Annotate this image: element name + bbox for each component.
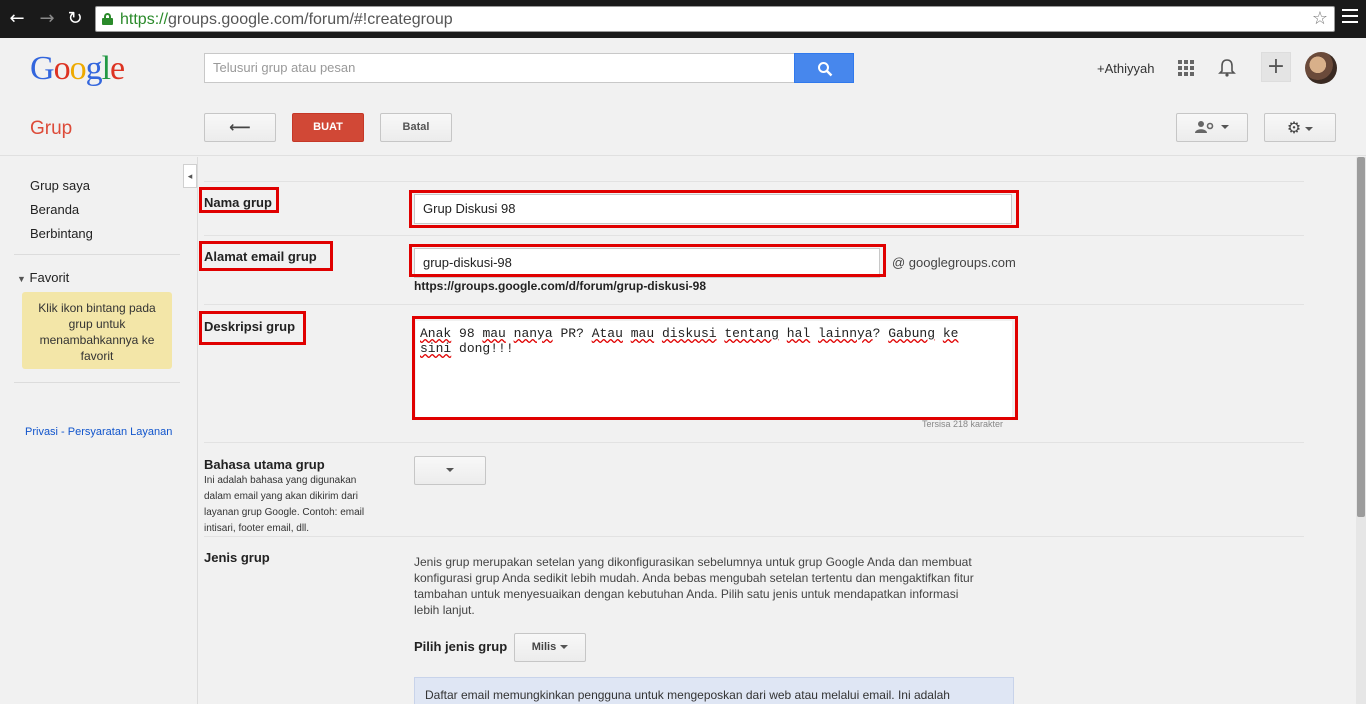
language-help-text: Ini adalah bahasa yang digunakan dalam e… bbox=[204, 475, 365, 534]
browser-menu-icon[interactable] bbox=[1342, 9, 1358, 23]
group-email-label: Alamat email grup bbox=[204, 249, 317, 264]
scrollbar-thumb[interactable] bbox=[1357, 157, 1365, 517]
privacy-terms-link[interactable]: Privasi - Persyaratan Layanan bbox=[25, 426, 172, 438]
action-bar: Grup ⟵ BUAT Batal ⚙ bbox=[0, 98, 1366, 156]
app-title[interactable]: Grup bbox=[30, 118, 72, 140]
address-bar[interactable]: https://groups.google.com/forum/#!create… bbox=[95, 6, 1335, 32]
favorites-header[interactable]: ▼ Favorit bbox=[17, 270, 69, 285]
create-button[interactable]: BUAT bbox=[292, 113, 364, 142]
divider bbox=[204, 304, 1304, 305]
sidebar-item-home[interactable]: Beranda bbox=[30, 202, 79, 217]
browser-toolbar: ← → ↻ https://groups.google.com/forum/#!… bbox=[0, 0, 1366, 38]
apps-grid-icon[interactable] bbox=[1178, 60, 1194, 76]
search-icon bbox=[818, 62, 833, 77]
google-logo[interactable]: Google bbox=[30, 50, 125, 88]
share-plus-button[interactable]: + bbox=[1261, 52, 1291, 82]
bookmark-star-icon[interactable]: ☆ bbox=[1312, 8, 1328, 29]
cancel-button[interactable]: Batal bbox=[380, 113, 452, 142]
gear-icon: ⚙ bbox=[1286, 118, 1302, 137]
group-type-description: Jenis grup merupakan setelan yang dikonf… bbox=[414, 555, 974, 617]
highlight-box bbox=[412, 316, 1018, 420]
favorites-tip: Klik ikon bintang pada grup untuk menamb… bbox=[22, 292, 172, 369]
group-description-label: Deskripsi grup bbox=[204, 319, 296, 334]
chevron-down-icon bbox=[560, 645, 569, 650]
group-name-label: Nama grup bbox=[204, 195, 272, 210]
search-input[interactable]: Telusuri grup atau pesan bbox=[204, 53, 795, 83]
bell-icon[interactable] bbox=[1217, 58, 1237, 78]
create-group-form: Nama grup Grup Diskusi 98 Alamat email g… bbox=[198, 157, 1356, 704]
url-text: https://groups.google.com/forum/#!create… bbox=[120, 11, 453, 28]
sidebar-divider bbox=[14, 254, 180, 255]
members-settings-button[interactable] bbox=[1176, 113, 1248, 142]
back-button[interactable]: ⟵ bbox=[204, 113, 276, 142]
sidebar-divider bbox=[14, 382, 180, 383]
group-url-text: https://groups.google.com/d/forum/grup-d… bbox=[414, 279, 707, 293]
lock-icon bbox=[102, 13, 113, 25]
people-settings-icon bbox=[1195, 121, 1214, 134]
back-arrow-icon[interactable]: ← bbox=[6, 8, 28, 30]
group-type-info-box: Daftar email memungkinkan pengguna untuk… bbox=[414, 677, 1014, 704]
sidebar-item-starred[interactable]: Berbintang bbox=[30, 226, 93, 241]
sidebar: Grup saya Beranda Berbintang ▼ Favorit K… bbox=[0, 157, 198, 704]
choose-type-label: Pilih jenis grup bbox=[414, 639, 508, 654]
divider bbox=[204, 181, 1304, 182]
language-select[interactable] bbox=[414, 456, 486, 485]
chevron-down-icon bbox=[446, 468, 454, 473]
page-scrollbar[interactable] bbox=[1356, 157, 1366, 704]
divider bbox=[204, 536, 1304, 537]
collapse-sidebar-button[interactable]: ◂ bbox=[183, 164, 197, 188]
google-header: Google Telusuri grup atau pesan +Athiyya… bbox=[0, 38, 1366, 98]
search-button[interactable] bbox=[794, 53, 854, 83]
language-label: Bahasa utama grup bbox=[204, 457, 325, 472]
divider bbox=[204, 442, 1304, 443]
chevron-down-icon bbox=[1221, 125, 1229, 130]
forward-arrow-icon[interactable]: → bbox=[36, 8, 58, 30]
highlight-box bbox=[409, 190, 1019, 228]
highlight-box bbox=[409, 244, 886, 277]
avatar[interactable] bbox=[1305, 52, 1337, 84]
triangle-down-icon: ▼ bbox=[17, 274, 26, 284]
chevron-down-icon bbox=[1305, 126, 1314, 131]
group-type-label: Jenis grup bbox=[204, 550, 270, 565]
characters-remaining: Tersisa 218 karakter bbox=[922, 419, 1004, 429]
sidebar-item-my-groups[interactable]: Grup saya bbox=[30, 178, 90, 193]
group-type-select[interactable]: Milis bbox=[514, 633, 586, 662]
email-domain-suffix: @ googlegroups.com bbox=[892, 255, 1016, 270]
user-name-link[interactable]: +Athiyyah bbox=[1097, 61, 1154, 76]
divider bbox=[204, 235, 1304, 236]
reload-icon[interactable]: ↻ bbox=[64, 8, 86, 30]
settings-button[interactable]: ⚙ bbox=[1264, 113, 1336, 142]
